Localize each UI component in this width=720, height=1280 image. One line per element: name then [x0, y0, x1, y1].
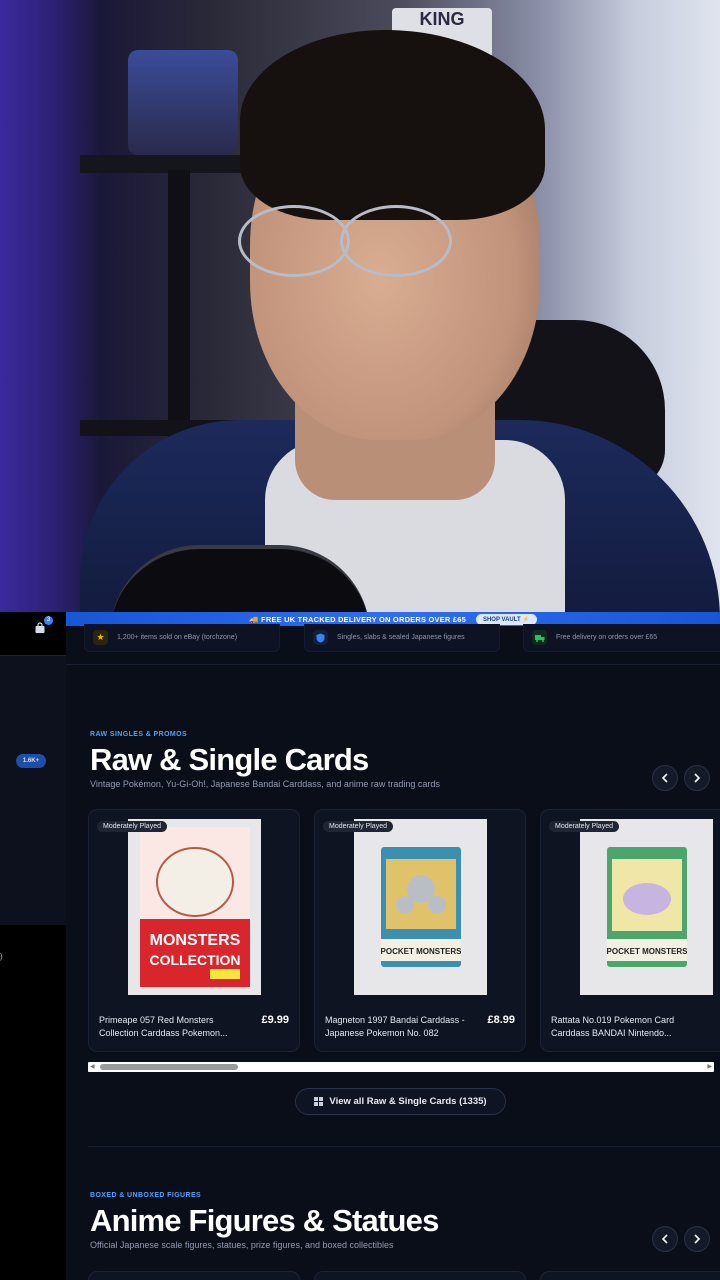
shield-icon: [313, 630, 328, 645]
figures-prev-button[interactable]: [652, 1226, 678, 1252]
product-name[interactable]: Magneton 1997 Bandai Carddass - Japanese…: [325, 1014, 470, 1040]
trust-item-delivery: Free delivery on orders over £65: [523, 624, 720, 652]
sold-count-badge: 1.6K+: [16, 754, 46, 768]
glasses-right-lens: [340, 205, 452, 277]
trust-text: Free delivery on orders over £65: [556, 634, 658, 641]
product-name[interactable]: Rattata No.019 Pokemon Card Carddass BAN…: [551, 1014, 696, 1040]
product-price: £9.99: [261, 1014, 289, 1026]
trust-text: Singles, slabs & sealed Japanese figures: [337, 634, 465, 641]
section-eyebrow: RAW SINGLES & PROMOS: [90, 731, 188, 738]
chevron-right-icon: [694, 1234, 701, 1244]
carousel-next-button[interactable]: [684, 765, 710, 791]
view-all-raw-cards-button[interactable]: View all Raw & Single Cards (1335): [295, 1088, 506, 1115]
product-card[interactable]: POCKET MONSTERS Moderately Played Rattat…: [540, 809, 720, 1052]
svg-text:POCKET MONSTERS: POCKET MONSTERS: [381, 947, 461, 956]
condition-badge: Moderately Played: [549, 821, 619, 832]
grid-icon: [314, 1097, 324, 1106]
cart-count-badge: 3: [44, 616, 53, 625]
product-name[interactable]: Primeape 057 Red Monsters Collection Car…: [99, 1014, 244, 1040]
shopping-bag-icon[interactable]: [34, 622, 46, 634]
product-card[interactable]: MONSTERS COLLECTION Moderately Played Pr…: [88, 809, 300, 1052]
trust-item-ebay: ★ 1,200+ items sold on eBay (torchzone): [84, 624, 280, 652]
chevron-left-icon: [661, 773, 668, 783]
left-sidebar: 3 1.6K+ ): [0, 612, 66, 1280]
shop-main: 🚚 FREE UK TRACKED DELIVERY ON ORDERS OVE…: [66, 612, 720, 1280]
carousel-scrollbar[interactable]: ◀ ▶: [88, 1062, 714, 1072]
product-card[interactable]: POCKET MONSTERS Moderately Played Magnet…: [314, 809, 526, 1052]
scrollbar-thumb[interactable]: [100, 1064, 238, 1070]
trust-text: 1,200+ items sold on eBay (torchzone): [117, 634, 238, 641]
carousel-prev-button[interactable]: [652, 765, 678, 791]
product-carousel: MONSTERS COLLECTION Moderately Played Pr…: [88, 809, 720, 1052]
person-hair: [240, 30, 545, 220]
section-title: Anime Figures & Statues: [90, 1203, 439, 1238]
svg-text:COLLECTION: COLLECTION: [149, 952, 240, 968]
glasses-left-lens: [238, 205, 350, 277]
section-eyebrow: BOXED & UNBOXED FIGURES: [90, 1192, 202, 1199]
figures-next-button[interactable]: [684, 1226, 710, 1252]
card-artwork: POCKET MONSTERS: [380, 847, 461, 967]
condition-badge: Moderately Played: [323, 821, 393, 832]
star-icon: ★: [93, 630, 108, 645]
product-image[interactable]: POCKET MONSTERS: [354, 819, 487, 995]
section-subtitle: Official Japanese scale figures, statues…: [90, 1240, 394, 1250]
sidebar-panel: 1.6K+: [0, 655, 66, 925]
section-subtitle: Vintage Pokémon, Yu-Gi-Oh!, Japanese Ban…: [90, 779, 440, 789]
figure-card[interactable]: [314, 1271, 526, 1280]
shelf-figure: [128, 50, 238, 155]
figure-card[interactable]: [540, 1271, 720, 1280]
chevron-left-icon: [661, 1234, 668, 1244]
card-artwork: POCKET MONSTERS: [606, 847, 687, 967]
truck-icon: [532, 630, 547, 645]
scroll-left-icon[interactable]: ◀: [90, 1063, 95, 1070]
promo-text: 🚚 FREE UK TRACKED DELIVERY ON ORDERS OVE…: [249, 614, 466, 624]
trust-strip: ★ 1,200+ items sold on eBay (torchzone) …: [80, 624, 720, 662]
section-divider: [88, 1146, 720, 1147]
webcam-feed: KING: [0, 0, 720, 612]
product-price: £8.99: [487, 1014, 515, 1026]
section-title: Raw & Single Cards: [90, 742, 369, 777]
view-all-label: View all Raw & Single Cards (1335): [329, 1096, 487, 1107]
section-divider: [66, 664, 720, 665]
scroll-right-icon[interactable]: ▶: [707, 1063, 712, 1070]
trust-item-stock: Singles, slabs & sealed Japanese figures: [304, 624, 500, 652]
chevron-right-icon: [694, 773, 701, 783]
product-image[interactable]: MONSTERS COLLECTION: [128, 819, 261, 995]
product-image[interactable]: POCKET MONSTERS: [580, 819, 713, 995]
sidebar-text-fragment: ): [0, 952, 3, 961]
svg-text:POCKET MONSTERS: POCKET MONSTERS: [607, 947, 687, 956]
svg-text:MONSTERS: MONSTERS: [149, 932, 240, 949]
figure-card[interactable]: [88, 1271, 300, 1280]
shop-vault-button[interactable]: SHOP VAULT ⚡: [475, 613, 537, 625]
card-artwork: MONSTERS COLLECTION: [139, 827, 250, 987]
condition-badge: Moderately Played: [97, 821, 167, 832]
